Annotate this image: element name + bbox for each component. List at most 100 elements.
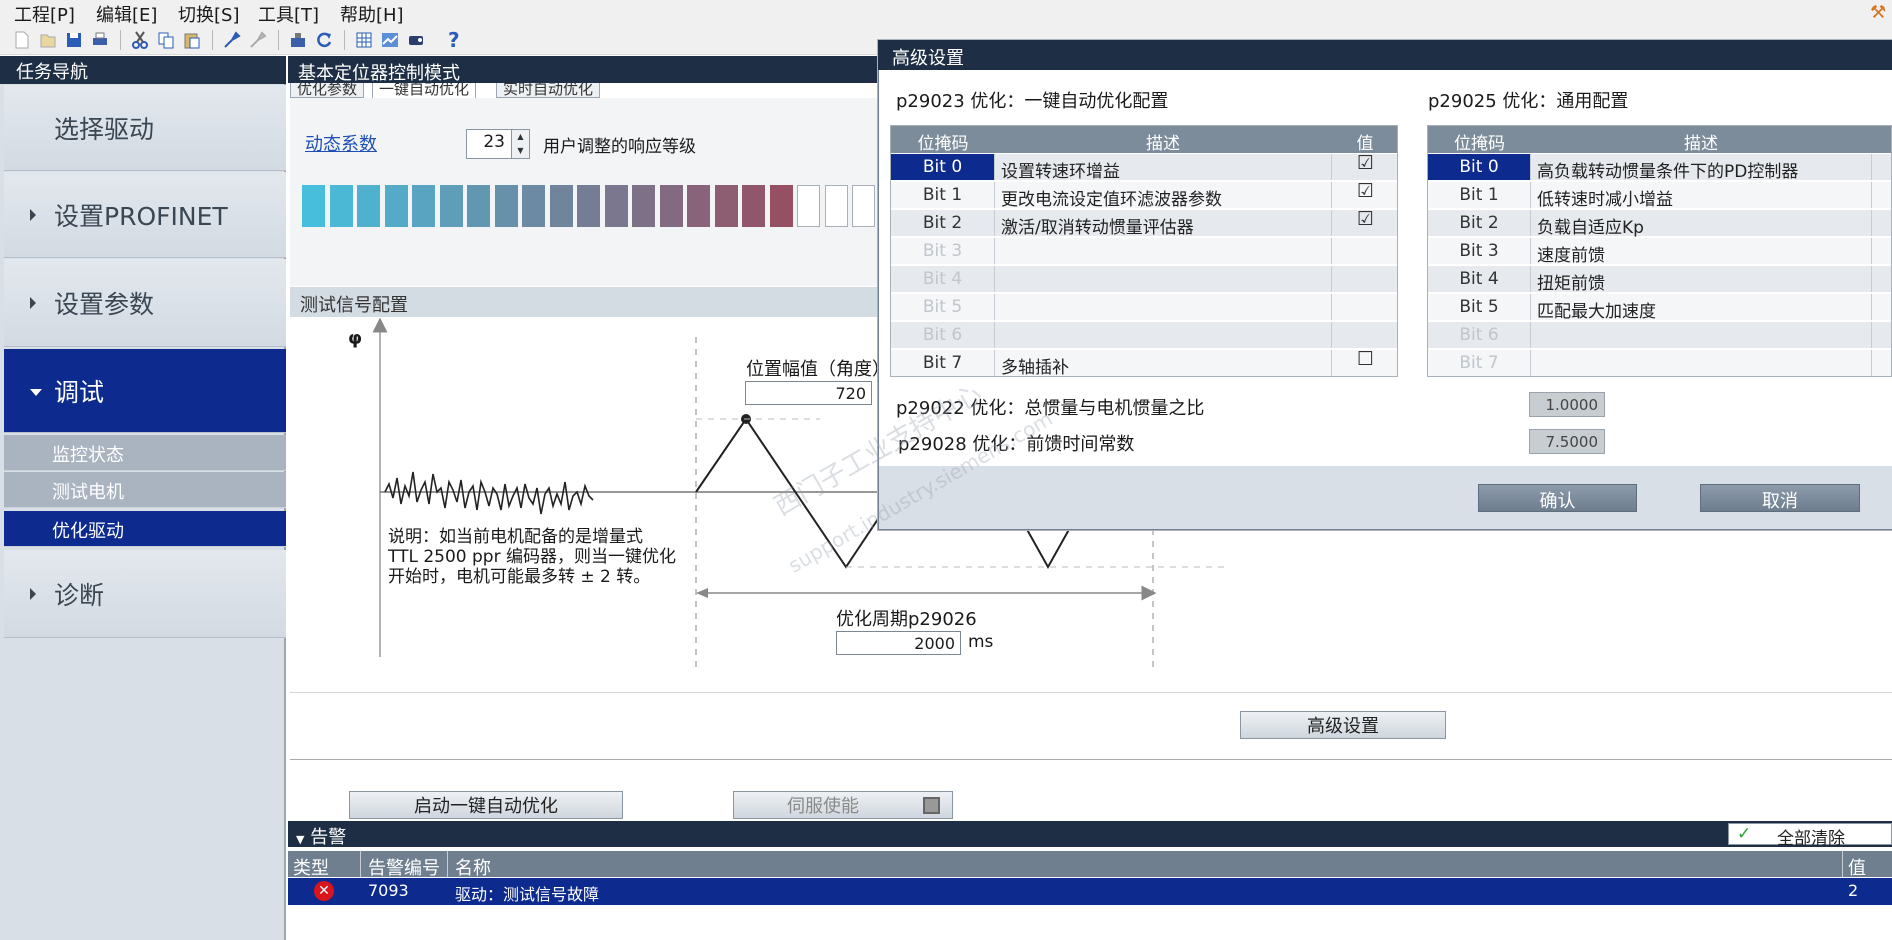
nav-params[interactable]: 设置参数 [4, 259, 286, 347]
menubar: 工程[P] 编辑[E] 切换[S] 工具[T] 帮助[H] ⚒ [0, 0, 1892, 27]
table-row[interactable]: ✕ 7093 驱动：测试信号故障 2 [288, 878, 1892, 905]
confirm-button[interactable]: 确认 [1478, 484, 1637, 512]
bit-label: Bit 4 [891, 266, 995, 292]
bit-checkbox[interactable]: ☑ [1357, 154, 1374, 173]
bit-label: Bit 5 [1428, 294, 1531, 320]
col-type: 类型 [293, 858, 329, 879]
position-amplitude-input[interactable]: 720 [745, 381, 872, 405]
spinner-down-icon[interactable]: ▼ [512, 144, 529, 158]
nav-commissioning-label: 调试 [54, 377, 105, 407]
user-icon[interactable]: ⚒ [1870, 2, 1886, 23]
bit-label: Bit 1 [1428, 182, 1531, 208]
table-row[interactable]: Bit 1 更改电流设定值环滤波器参数 ☑ [891, 181, 1397, 210]
period-label: 优化周期p29026 [836, 609, 977, 630]
level-segment [522, 185, 545, 227]
col-bitmask: 位掩码 [917, 134, 969, 154]
p29028-label: p29028 优化：前馈时间常数 [898, 434, 1135, 455]
dynamic-factor-spinner[interactable]: 23 ▲ ▼ [466, 129, 530, 159]
bit-label: Bit 1 [891, 182, 995, 208]
period-input[interactable]: 2000 [836, 631, 961, 655]
table-row[interactable]: Bit 7 [1428, 349, 1891, 376]
table-row[interactable]: Bit 5 匹配最大加速度 [1428, 293, 1891, 322]
bit-label: Bit 0 [1428, 154, 1531, 180]
dynamic-factor-link[interactable]: 动态系数 [305, 130, 377, 156]
paste-icon[interactable] [182, 30, 202, 50]
menu-switch[interactable]: 切换[S] [178, 1, 239, 27]
tab-optimize-params[interactable]: 优化参数 [290, 83, 365, 98]
device-icon[interactable] [288, 30, 308, 50]
save-icon[interactable] [64, 30, 84, 50]
bit-checkbox[interactable]: ☑ [1357, 182, 1374, 201]
table-icon[interactable] [354, 30, 374, 50]
bit-description: 速度前馈 [1537, 246, 1605, 266]
nav-params-label: 设置参数 [54, 289, 155, 319]
start-optimize-button[interactable]: 启动一键自动优化 [349, 791, 623, 819]
nav-sub-test-motor[interactable]: 测试电机 [4, 472, 286, 508]
table-row[interactable]: Bit 1 低转速时减小增益 [1428, 181, 1891, 210]
copy-icon[interactable] [156, 30, 176, 50]
table-row[interactable]: Bit 5 [891, 293, 1397, 320]
spinner-up-icon[interactable]: ▲ [512, 130, 529, 144]
bit-checkbox[interactable]: ☑ [1357, 210, 1374, 229]
level-segment [384, 185, 408, 227]
collapse-icon[interactable]: ▼ [296, 833, 304, 846]
help-icon[interactable]: ? [448, 30, 468, 50]
nav-commissioning[interactable]: 调试 [4, 349, 286, 433]
bit-description: 更改电流设定值环滤波器参数 [1001, 190, 1222, 210]
new-file-icon[interactable] [12, 30, 32, 50]
clear-all-button[interactable]: ✓ 全部清除 [1728, 823, 1892, 849]
menu-edit[interactable]: 编辑[E] [96, 1, 157, 27]
bit-label: Bit 2 [891, 210, 995, 236]
alarm-number: 7093 [368, 881, 409, 900]
nav-profinet[interactable]: 设置PROFINET [4, 172, 286, 258]
table-row[interactable]: Bit 0 设置转速环增益 ☑ [891, 153, 1397, 182]
refresh-icon[interactable] [314, 30, 334, 50]
disconnect-icon[interactable] [248, 30, 268, 50]
table-row[interactable]: Bit 2 激活/取消转动惯量评估器 ☑ [891, 209, 1397, 238]
trend-icon[interactable] [380, 30, 400, 50]
nav-sub-monitor-status[interactable]: 监控状态 [4, 435, 286, 471]
bit-label: Bit 5 [891, 294, 995, 320]
table-row[interactable]: Bit 4 扭矩前馈 [1428, 265, 1891, 294]
servo-indicator-icon [923, 797, 940, 814]
table-row[interactable]: Bit 2 负载自适应Kp [1428, 209, 1891, 238]
bit-description: 多轴插补 [1001, 358, 1069, 378]
table-row[interactable]: Bit 7 多轴插补 ☐ [891, 349, 1397, 378]
bit-checkbox[interactable]: ☐ [1357, 350, 1374, 369]
table-row[interactable]: Bit 0 高负载转动惯量条件下的PD控制器 [1428, 153, 1891, 182]
menu-project[interactable]: 工程[P] [14, 1, 75, 27]
table-row[interactable]: Bit 4 [891, 265, 1397, 292]
cut-icon[interactable] [130, 30, 150, 50]
nav-sub-optimize-drive[interactable]: 优化驱动 [4, 511, 286, 547]
table-row[interactable]: Bit 6 [1428, 321, 1891, 348]
open-file-icon[interactable] [38, 30, 58, 50]
table-row[interactable]: Bit 6 [891, 321, 1397, 348]
cancel-button[interactable]: 取消 [1700, 484, 1860, 512]
menu-help[interactable]: 帮助[H] [340, 1, 404, 27]
tab-realtime-optimize[interactable]: 实时自动优化 [496, 83, 601, 98]
level-segment [494, 185, 518, 227]
drive-icon[interactable] [406, 30, 426, 50]
col-desc: 描述 [1684, 134, 1718, 154]
error-icon: ✕ [314, 881, 334, 901]
print-icon[interactable] [90, 30, 110, 50]
col-value: 值 [1356, 134, 1374, 154]
alarm-table-header: 类型 告警编号 名称 值 [288, 851, 1892, 879]
divider [290, 759, 1892, 760]
bit-label: Bit 6 [891, 322, 995, 348]
spinner-arrows[interactable]: ▲ ▼ [511, 130, 529, 158]
phi-axis-label: φ [348, 328, 363, 349]
connect-icon[interactable] [222, 30, 242, 50]
advanced-settings-button[interactable]: 高级设置 [1240, 711, 1446, 739]
table-row[interactable]: Bit 3 速度前馈 [1428, 237, 1891, 266]
table-row[interactable]: Bit 3 [891, 237, 1397, 264]
servo-enable-button[interactable]: 伺服使能 [733, 791, 953, 819]
menu-tools[interactable]: 工具[T] [258, 1, 319, 27]
p29028-value: 7.5000 [1529, 429, 1605, 454]
bit-description: 激活/取消转动惯量评估器 [1001, 218, 1194, 238]
dynamic-factor-desc: 用户调整的响应等级 [543, 137, 696, 157]
level-segment [714, 185, 738, 227]
tab-one-key-optimize[interactable]: 一键自动优化 [372, 83, 477, 98]
nav-select-drive[interactable]: 选择驱动 [4, 85, 286, 171]
nav-diagnosis[interactable]: 诊断 [4, 550, 286, 638]
